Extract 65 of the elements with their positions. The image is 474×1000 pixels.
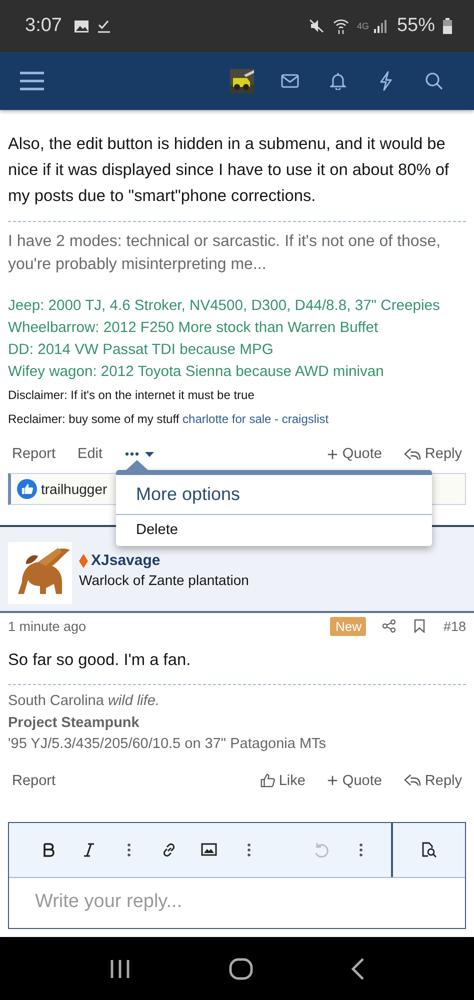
post-action[interactable]: Report (12, 444, 56, 464)
recent-apps-icon[interactable] (109, 958, 131, 978)
plus-icon (327, 448, 338, 460)
italic-icon (84, 842, 94, 856)
bell-icon (330, 72, 346, 90)
author-name-link[interactable]: XJsavage (91, 552, 160, 569)
network-type: 4G (356, 21, 369, 31)
post-text: So far so good. I'm a fan. (8, 650, 192, 671)
share-icon[interactable] (382, 619, 396, 633)
new-badge: New (330, 616, 366, 636)
disclaimer-text: Disclaimer: If it's on the internet it must be true (8, 387, 256, 403)
signal-icon (372, 20, 387, 32)
signature-line: Wifey wagon: 2012 Toyota Sienna because AWD minivan (8, 363, 385, 382)
wifi-icon (332, 18, 349, 34)
menu-item[interactable]: Delete (116, 515, 432, 546)
quote-button[interactable]: Quote (327, 444, 382, 464)
image-icon (201, 843, 217, 856)
post-number-link[interactable]: #18 (443, 618, 466, 634)
signature-line: South Carolina wild life. (8, 692, 161, 711)
user-title: Warlock of Zante plantation (79, 572, 249, 588)
signature-line: Jeep: 2000 TJ, 4.6 Stroker, NV4500, D300, D44/8.8, 37" Creepies (8, 297, 441, 316)
kebab-icon (247, 842, 251, 856)
mute-icon (308, 19, 325, 33)
undo-icon (313, 842, 329, 858)
clock: 3:07 (25, 15, 62, 37)
lightning-icon (379, 71, 393, 91)
bold-icon (43, 842, 55, 856)
dots-caret-icon (124, 450, 155, 458)
post-time-link[interactable]: 1 minute ago (8, 618, 86, 634)
like-button[interactable]: Like (260, 770, 306, 790)
plus-icon (327, 775, 338, 786)
reply-button[interactable]: Reply (404, 770, 462, 790)
post-action[interactable]: Report (12, 770, 56, 790)
post-action[interactable]: Edit (78, 444, 103, 464)
signature-line: '95 YJ/5.3/435/205/60/10.5 on 37" Patagonia MTs (8, 735, 328, 754)
like-badge-icon (17, 479, 37, 499)
search-icon (425, 72, 443, 90)
signature-text: I have 2 modes: technical or sarcastic. If it's not one of those, you're probably misinterpreting me... (8, 232, 442, 275)
envelope-icon (281, 74, 299, 88)
kebab-icon (127, 842, 131, 856)
kebab-icon (359, 842, 363, 856)
check-icon (96, 19, 111, 33)
post-text: Also, the edit button is hidden in a submenu, and it would be nice if it was displayed since I have to use it on about 80% of my posts due to "smart"phone corrections. (8, 134, 450, 207)
thumbs-up-icon (260, 773, 275, 788)
menu-icon (20, 71, 44, 91)
diamond-icon (79, 554, 88, 568)
signature-line: Project Steampunk (8, 714, 140, 732)
bookmark-icon[interactable] (414, 619, 426, 633)
back-icon[interactable] (351, 958, 365, 980)
reclaimer-text: Reclaimer: buy some of my stuff (8, 412, 180, 426)
signature-line: Wheelbarrow: 2012 F250 More stock than Warren Buffet (8, 319, 380, 338)
quote-button[interactable]: Quote (327, 770, 382, 790)
battery-level: 55% (396, 15, 435, 37)
image-icon (74, 20, 89, 32)
menu-title: More options (116, 475, 432, 515)
reaction-user-link[interactable]: trailhugger (41, 481, 108, 497)
document-search-icon (421, 842, 437, 858)
link-icon (161, 842, 177, 858)
home-icon[interactable] (229, 958, 253, 980)
craigslist-link[interactable]: charlotte for sale - craigslist (182, 412, 329, 426)
reply-arrow-icon (404, 773, 421, 788)
reply-arrow-icon (404, 446, 421, 462)
reply-button[interactable]: Reply (404, 444, 462, 464)
signature-line: DD: 2014 VW Passat TDI because MPG (8, 341, 274, 360)
battery-icon (443, 18, 452, 34)
